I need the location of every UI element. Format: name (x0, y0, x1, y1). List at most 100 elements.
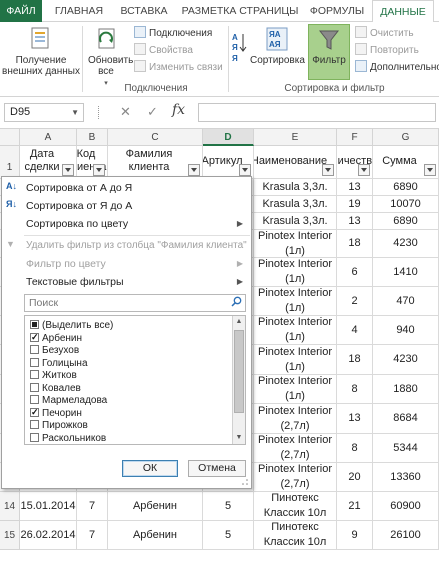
table-cell[interactable]: Pinotex Interior (2,7л) (254, 404, 337, 434)
filter-checkbox[interactable] (30, 370, 39, 379)
filter-checkbox[interactable] (30, 357, 39, 367)
autofilter-dropdown-button[interactable] (424, 164, 436, 176)
table-cell[interactable]: 26.02.2014 (20, 521, 77, 550)
table-cell[interactable]: 13 (337, 179, 373, 196)
table-cell[interactable]: 18 (337, 230, 373, 258)
select-all-corner[interactable] (0, 129, 20, 146)
tab-insert[interactable]: ВСТАВКА (114, 0, 174, 22)
column-header-c[interactable]: C (108, 129, 203, 146)
scroll-down-icon[interactable]: ▼ (233, 432, 245, 444)
autofilter-dropdown-button[interactable] (239, 164, 251, 176)
filter-list-item[interactable]: Печорин (30, 406, 82, 420)
header-cell[interactable]: Артикул (203, 146, 254, 179)
sort-button[interactable]: ЯА АЯ Сортировка (250, 26, 305, 66)
table-cell[interactable]: Pinotex Interior (1л) (254, 230, 337, 258)
table-cell[interactable]: 8684 (373, 404, 439, 434)
cancel-icon[interactable]: ✕ (120, 104, 131, 120)
autofilter-dropdown-button[interactable] (322, 164, 334, 176)
table-cell[interactable]: 18 (337, 345, 373, 375)
clear-filter-item[interactable]: ▼ Удалить фильтр из столбца "Фамилия клие… (2, 237, 251, 255)
column-header-e[interactable]: E (254, 129, 337, 146)
filter-checkbox[interactable] (30, 395, 39, 404)
connections-button[interactable]: Подключения (134, 26, 212, 40)
sort-descending-item[interactable]: Я↓ Сортировка от Я до А (2, 197, 251, 215)
table-cell[interactable]: 4 (337, 316, 373, 345)
scroll-up-icon[interactable]: ▲ (233, 316, 245, 328)
autofilter-dropdown-button[interactable] (62, 164, 74, 176)
filter-values-list[interactable]: (Выделить все)АрбенинБезуховГолицынаЖитк… (24, 315, 246, 445)
filter-list-item[interactable]: Пирожков (30, 419, 88, 432)
table-cell[interactable]: Pinotex Interior (1л) (254, 316, 337, 345)
table-cell[interactable]: 13 (337, 404, 373, 434)
table-cell[interactable]: 940 (373, 316, 439, 345)
scroll-thumb[interactable] (234, 330, 244, 413)
table-cell[interactable]: Pinotex Interior (1л) (254, 258, 337, 287)
text-filters-item[interactable]: Текстовые фильтры ▶ (2, 273, 251, 291)
table-cell[interactable]: Pinotex Interior (2,7л) (254, 463, 337, 492)
autofilter-dropdown-button[interactable] (358, 164, 370, 176)
advanced-filter-button[interactable]: Дополнительно (355, 60, 439, 74)
table-cell[interactable]: 4230 (373, 230, 439, 258)
table-cell[interactable]: 1880 (373, 375, 439, 404)
enter-icon[interactable]: ✓ (147, 104, 158, 120)
table-cell[interactable]: 6890 (373, 213, 439, 230)
tab-home[interactable]: ГЛАВНАЯ (48, 0, 110, 22)
edit-links-button[interactable]: Изменить связи (134, 60, 223, 74)
clear-filter-button[interactable]: Очистить (355, 26, 414, 40)
autofilter-dropdown-button[interactable] (188, 164, 200, 176)
column-header-f[interactable]: F (337, 129, 373, 146)
filter-list-item[interactable]: Арбенин (30, 331, 82, 345)
filter-checkbox[interactable] (30, 420, 39, 429)
filter-checkbox[interactable] (30, 406, 39, 419)
tab-page-layout[interactable]: РАЗМЕТКА СТРАНИЦЫ (178, 0, 302, 22)
sort-az-button[interactable]: А Я Я (231, 30, 249, 67)
row-header[interactable]: 1 (0, 146, 20, 179)
filter-button[interactable]: Фильтр (308, 24, 350, 80)
tab-file[interactable]: ФАЙЛ (0, 0, 42, 22)
table-cell[interactable]: Pinotex Interior (1л) (254, 345, 337, 375)
filter-list-item[interactable]: Мармеладова (30, 394, 107, 407)
column-header-d[interactable]: D (203, 129, 254, 146)
table-cell[interactable]: Krasula 3,3л. (254, 179, 337, 196)
filter-by-color-item[interactable]: Фильтр по цвету ▶ (2, 255, 251, 273)
table-cell[interactable]: 470 (373, 287, 439, 316)
header-cell[interactable]: Фамилия клиента (108, 146, 203, 179)
column-header-b[interactable]: B (77, 129, 108, 146)
filter-list-item[interactable]: Ковалев (30, 382, 81, 395)
filter-list-item[interactable]: Голицына (30, 357, 88, 370)
header-cell[interactable]: Сумма (373, 146, 439, 179)
header-cell[interactable]: Количество (337, 146, 373, 179)
autofilter-dropdown-button[interactable] (93, 164, 105, 176)
column-header-a[interactable]: A (20, 129, 77, 146)
table-cell[interactable]: 60900 (373, 492, 439, 521)
tab-formulas[interactable]: ФОРМУЛЫ (306, 0, 368, 22)
table-cell[interactable]: 10070 (373, 196, 439, 213)
reapply-button[interactable]: Повторить (355, 43, 419, 57)
table-cell[interactable]: 8 (337, 434, 373, 463)
column-header-g[interactable]: G (373, 129, 439, 146)
table-cell[interactable]: 21 (337, 492, 373, 521)
filter-list-item[interactable]: Житков (30, 369, 77, 382)
list-scrollbar[interactable]: ▲ ▼ (232, 316, 245, 444)
chevron-down-icon[interactable]: ▼ (71, 104, 79, 121)
name-box[interactable]: D95 ▼ (4, 103, 84, 122)
table-cell[interactable]: 15.01.2014 (20, 492, 77, 521)
table-cell[interactable]: 13 (337, 213, 373, 230)
header-cell[interactable]: Код клиента (77, 146, 108, 179)
table-cell[interactable]: 26100 (373, 521, 439, 550)
table-cell[interactable]: Pinotex Interior (1л) (254, 287, 337, 316)
properties-button[interactable]: Свойства (134, 43, 193, 57)
tab-data[interactable]: ДАННЫЕ (372, 0, 434, 23)
resize-grip-icon[interactable] (241, 478, 249, 486)
table-cell[interactable]: Арбенин (108, 492, 203, 521)
filter-checkbox[interactable] (30, 331, 39, 344)
table-cell[interactable]: 5 (203, 521, 254, 550)
table-cell[interactable]: 8 (337, 375, 373, 404)
table-cell[interactable]: Арбенин (108, 521, 203, 550)
refresh-all-button[interactable]: Обновить все ▾ (84, 26, 133, 89)
table-cell[interactable]: 4230 (373, 345, 439, 375)
table-cell[interactable]: 6 (337, 258, 373, 287)
row-header[interactable]: 14 (0, 492, 20, 521)
table-cell[interactable]: 20 (337, 463, 373, 492)
cancel-button[interactable]: Отмена (188, 460, 246, 477)
